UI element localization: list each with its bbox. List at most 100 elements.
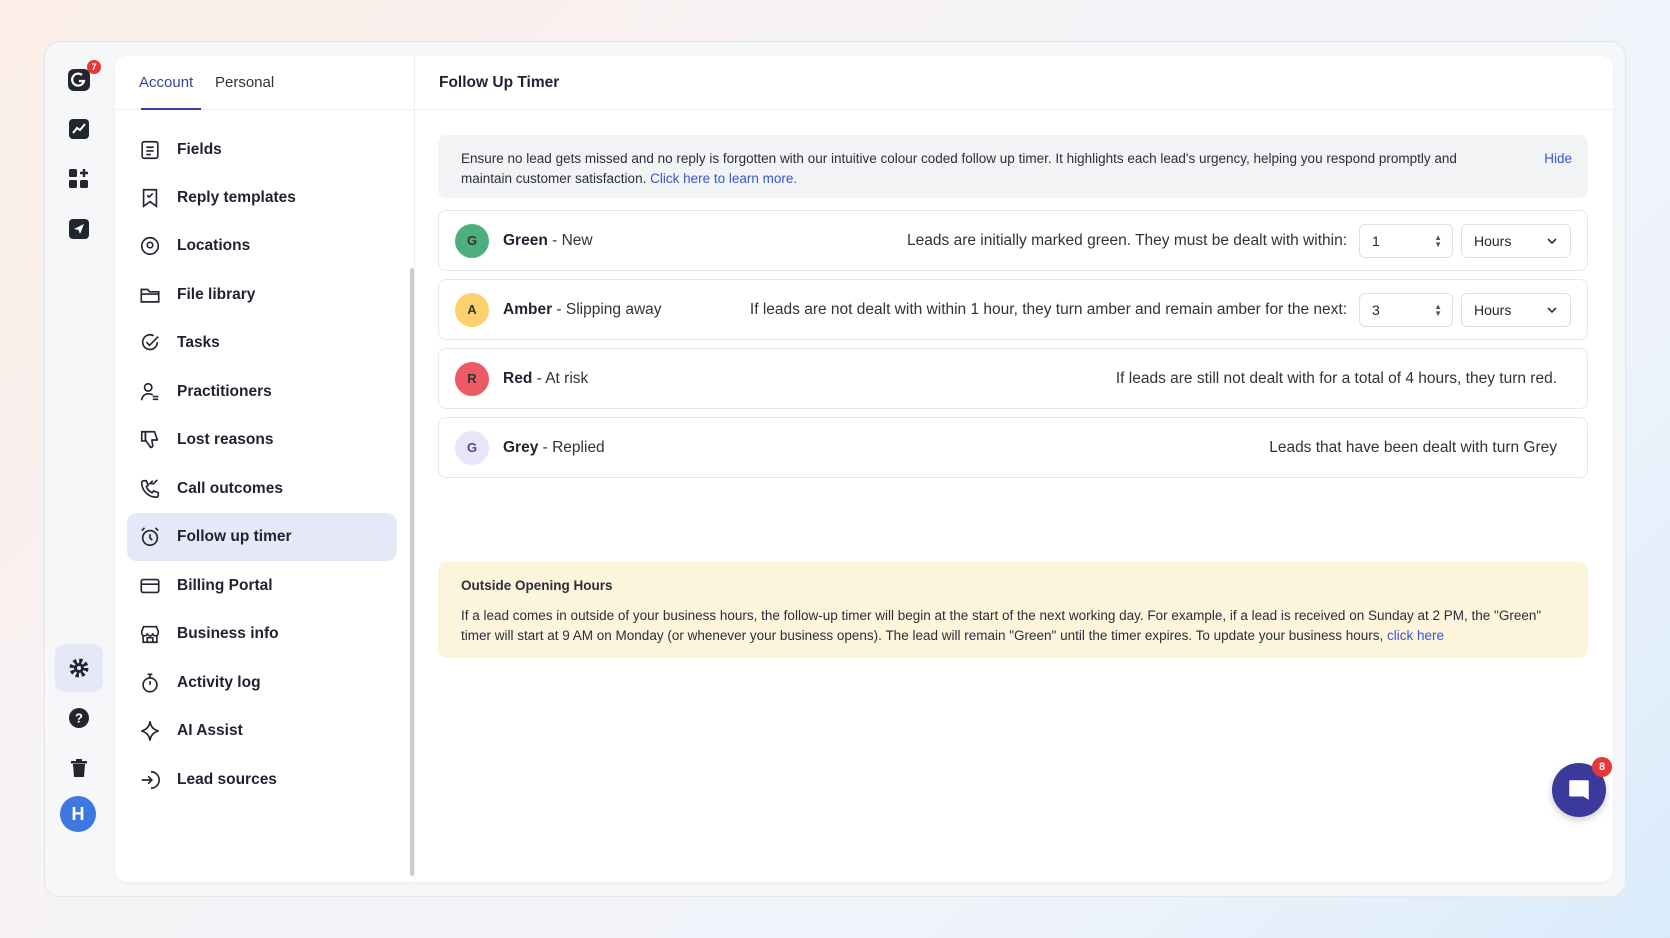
login-arrow-icon: [141, 770, 160, 790]
alarm-clock-icon: [141, 527, 159, 547]
amber-unit-select[interactable]: Hours: [1461, 292, 1571, 327]
info-banner: Ensure no lead gets missed and no reply …: [438, 135, 1588, 198]
chat-notification-badge: 8: [1592, 757, 1612, 777]
settings-panel: Account Personal Fields Reply templates …: [115, 56, 1613, 882]
grid-icon: [69, 169, 88, 188]
stepper-arrows-icon[interactable]: ▲ ▼: [1434, 233, 1442, 248]
notice-text: If a lead comes in outside of your busin…: [461, 608, 1542, 643]
row-title: Amber - Slipping away: [503, 300, 662, 318]
status-badge-green: G: [455, 223, 489, 258]
credit-card-icon: [140, 578, 160, 594]
sidebar-item-label: File library: [177, 286, 256, 303]
icon-rail: 7 ? H: [45, 42, 113, 896]
app-logo-icon: [68, 69, 90, 91]
main-content: Follow Up Timer Ensure no lead gets miss…: [415, 56, 1613, 882]
settings-tabs: Account Personal: [115, 56, 414, 110]
sidebar-item-label: Call outcomes: [177, 480, 283, 497]
settings-sidebar: Account Personal Fields Reply templates …: [115, 56, 415, 882]
sidebar-item-reply-templates[interactable]: Reply templates: [127, 174, 397, 222]
row-title: Red - At risk: [503, 369, 589, 387]
user-avatar[interactable]: H: [60, 796, 96, 832]
chevron-down-icon: [1547, 237, 1557, 244]
chart-icon: [69, 119, 89, 139]
logo-notification-badge: 7: [87, 60, 101, 74]
sidebar-item-activity-log[interactable]: Activity log: [127, 659, 397, 707]
row-description: If leads are not dealt with within 1 hou…: [749, 300, 1347, 318]
sidebar-item-lost-reasons[interactable]: Lost reasons: [127, 416, 397, 464]
notice-body: If a lead comes in outside of your busin…: [461, 606, 1565, 646]
app-logo-button[interactable]: 7: [55, 56, 103, 104]
sidebar-item-label: Tasks: [177, 334, 220, 351]
check-circle-icon: [141, 333, 159, 351]
amber-duration-input[interactable]: 3 ▲ ▼: [1359, 292, 1453, 327]
rail-dashboard-button[interactable]: [55, 155, 103, 203]
green-unit-select[interactable]: Hours: [1461, 223, 1571, 258]
timer-row-amber: A Amber - Slipping away If leads are not…: [438, 279, 1588, 340]
sidebar-item-ai-assist[interactable]: AI Assist: [127, 707, 397, 755]
sidebar-item-call-outcomes[interactable]: Call outcomes: [127, 465, 397, 513]
gear-icon: [69, 658, 89, 678]
rail-settings-button[interactable]: [55, 644, 103, 692]
app-frame: 7 ? H Account Personal Fields Reply temp…: [44, 41, 1626, 897]
notice-title: Outside Opening Hours: [461, 578, 613, 593]
rail-analytics-button[interactable]: [55, 105, 103, 153]
sidebar-item-label: Practitioners: [177, 383, 272, 400]
chat-launcher-button[interactable]: 8: [1552, 757, 1612, 817]
row-description: If leads are still not dealt with for a …: [1115, 369, 1557, 387]
row-description: Leads are initially marked green. They m…: [907, 231, 1347, 249]
tab-personal[interactable]: Personal: [215, 74, 274, 91]
sidebar-item-lead-sources[interactable]: Lead sources: [127, 756, 397, 804]
chevron-down-icon: [1547, 306, 1557, 313]
stepper-value: 1: [1372, 232, 1380, 249]
sparkle-icon: [140, 721, 160, 741]
rail-trash-button[interactable]: [55, 744, 103, 792]
sidebar-item-label: Lost reasons: [177, 431, 274, 448]
sidebar-item-locations[interactable]: Locations: [127, 222, 397, 270]
sidebar-item-label: AI Assist: [177, 722, 243, 739]
help-icon: ?: [69, 708, 89, 728]
store-icon: [140, 625, 160, 644]
user-icon: [140, 382, 159, 401]
timer-row-red: R Red - At risk If leads are still not d…: [438, 348, 1588, 409]
sidebar-item-practitioners[interactable]: Practitioners: [127, 368, 397, 416]
page-title: Follow Up Timer: [415, 56, 1613, 110]
sidebar-item-fields[interactable]: Fields: [127, 126, 397, 174]
select-value: Hours: [1474, 232, 1512, 249]
learn-more-link[interactable]: Click here to learn more.: [650, 171, 797, 186]
sidebar-item-business-info[interactable]: Business info: [127, 610, 397, 658]
trash-icon: [71, 759, 87, 777]
sidebar-item-label: Billing Portal: [177, 577, 273, 594]
sidebar-item-follow-up-timer[interactable]: Follow up timer: [127, 513, 397, 561]
row-description: Leads that have been dealt with turn Gre…: [1269, 438, 1557, 456]
tab-account[interactable]: Account: [139, 74, 193, 91]
sidebar-item-file-library[interactable]: File library: [127, 271, 397, 319]
sidebar-item-label: Activity log: [177, 674, 261, 691]
chat-bubble-icon: [1569, 780, 1589, 800]
sidebar-item-label: Business info: [177, 625, 279, 642]
outside-hours-notice: Outside Opening Hours If a lead comes in…: [438, 562, 1588, 658]
sidebar-item-label: Reply templates: [177, 189, 296, 206]
sidebar-item-label: Follow up timer: [177, 528, 292, 545]
stepper-value: 3: [1372, 301, 1380, 318]
row-title: Grey - Replied: [503, 438, 605, 456]
sidebar-item-label: Lead sources: [177, 771, 277, 788]
folder-icon: [140, 288, 160, 303]
sidebar-item-label: Locations: [177, 237, 251, 254]
stepper-arrows-icon[interactable]: ▲ ▼: [1434, 302, 1442, 317]
timer-row-grey: G Grey - Replied Leads that have been de…: [438, 417, 1588, 478]
green-duration-input[interactable]: 1 ▲ ▼: [1359, 223, 1453, 258]
svg-text:?: ?: [75, 711, 83, 726]
sidebar-scrollbar[interactable]: [410, 268, 414, 876]
thumbs-down-icon: [140, 430, 159, 449]
sidebar-item-billing-portal[interactable]: Billing Portal: [127, 562, 397, 610]
timer-row-green: G Green - New Leads are initially marked…: [438, 210, 1588, 271]
business-hours-link[interactable]: click here: [1387, 628, 1444, 643]
map-pin-icon: [140, 236, 160, 256]
rail-send-button[interactable]: [55, 205, 103, 253]
active-tab-indicator: [141, 108, 201, 110]
sidebar-item-label: Fields: [177, 141, 222, 158]
sidebar-item-tasks[interactable]: Tasks: [127, 319, 397, 367]
status-badge-red: R: [455, 361, 489, 396]
hide-banner-button[interactable]: Hide: [1544, 149, 1572, 169]
rail-help-button[interactable]: ?: [55, 694, 103, 742]
